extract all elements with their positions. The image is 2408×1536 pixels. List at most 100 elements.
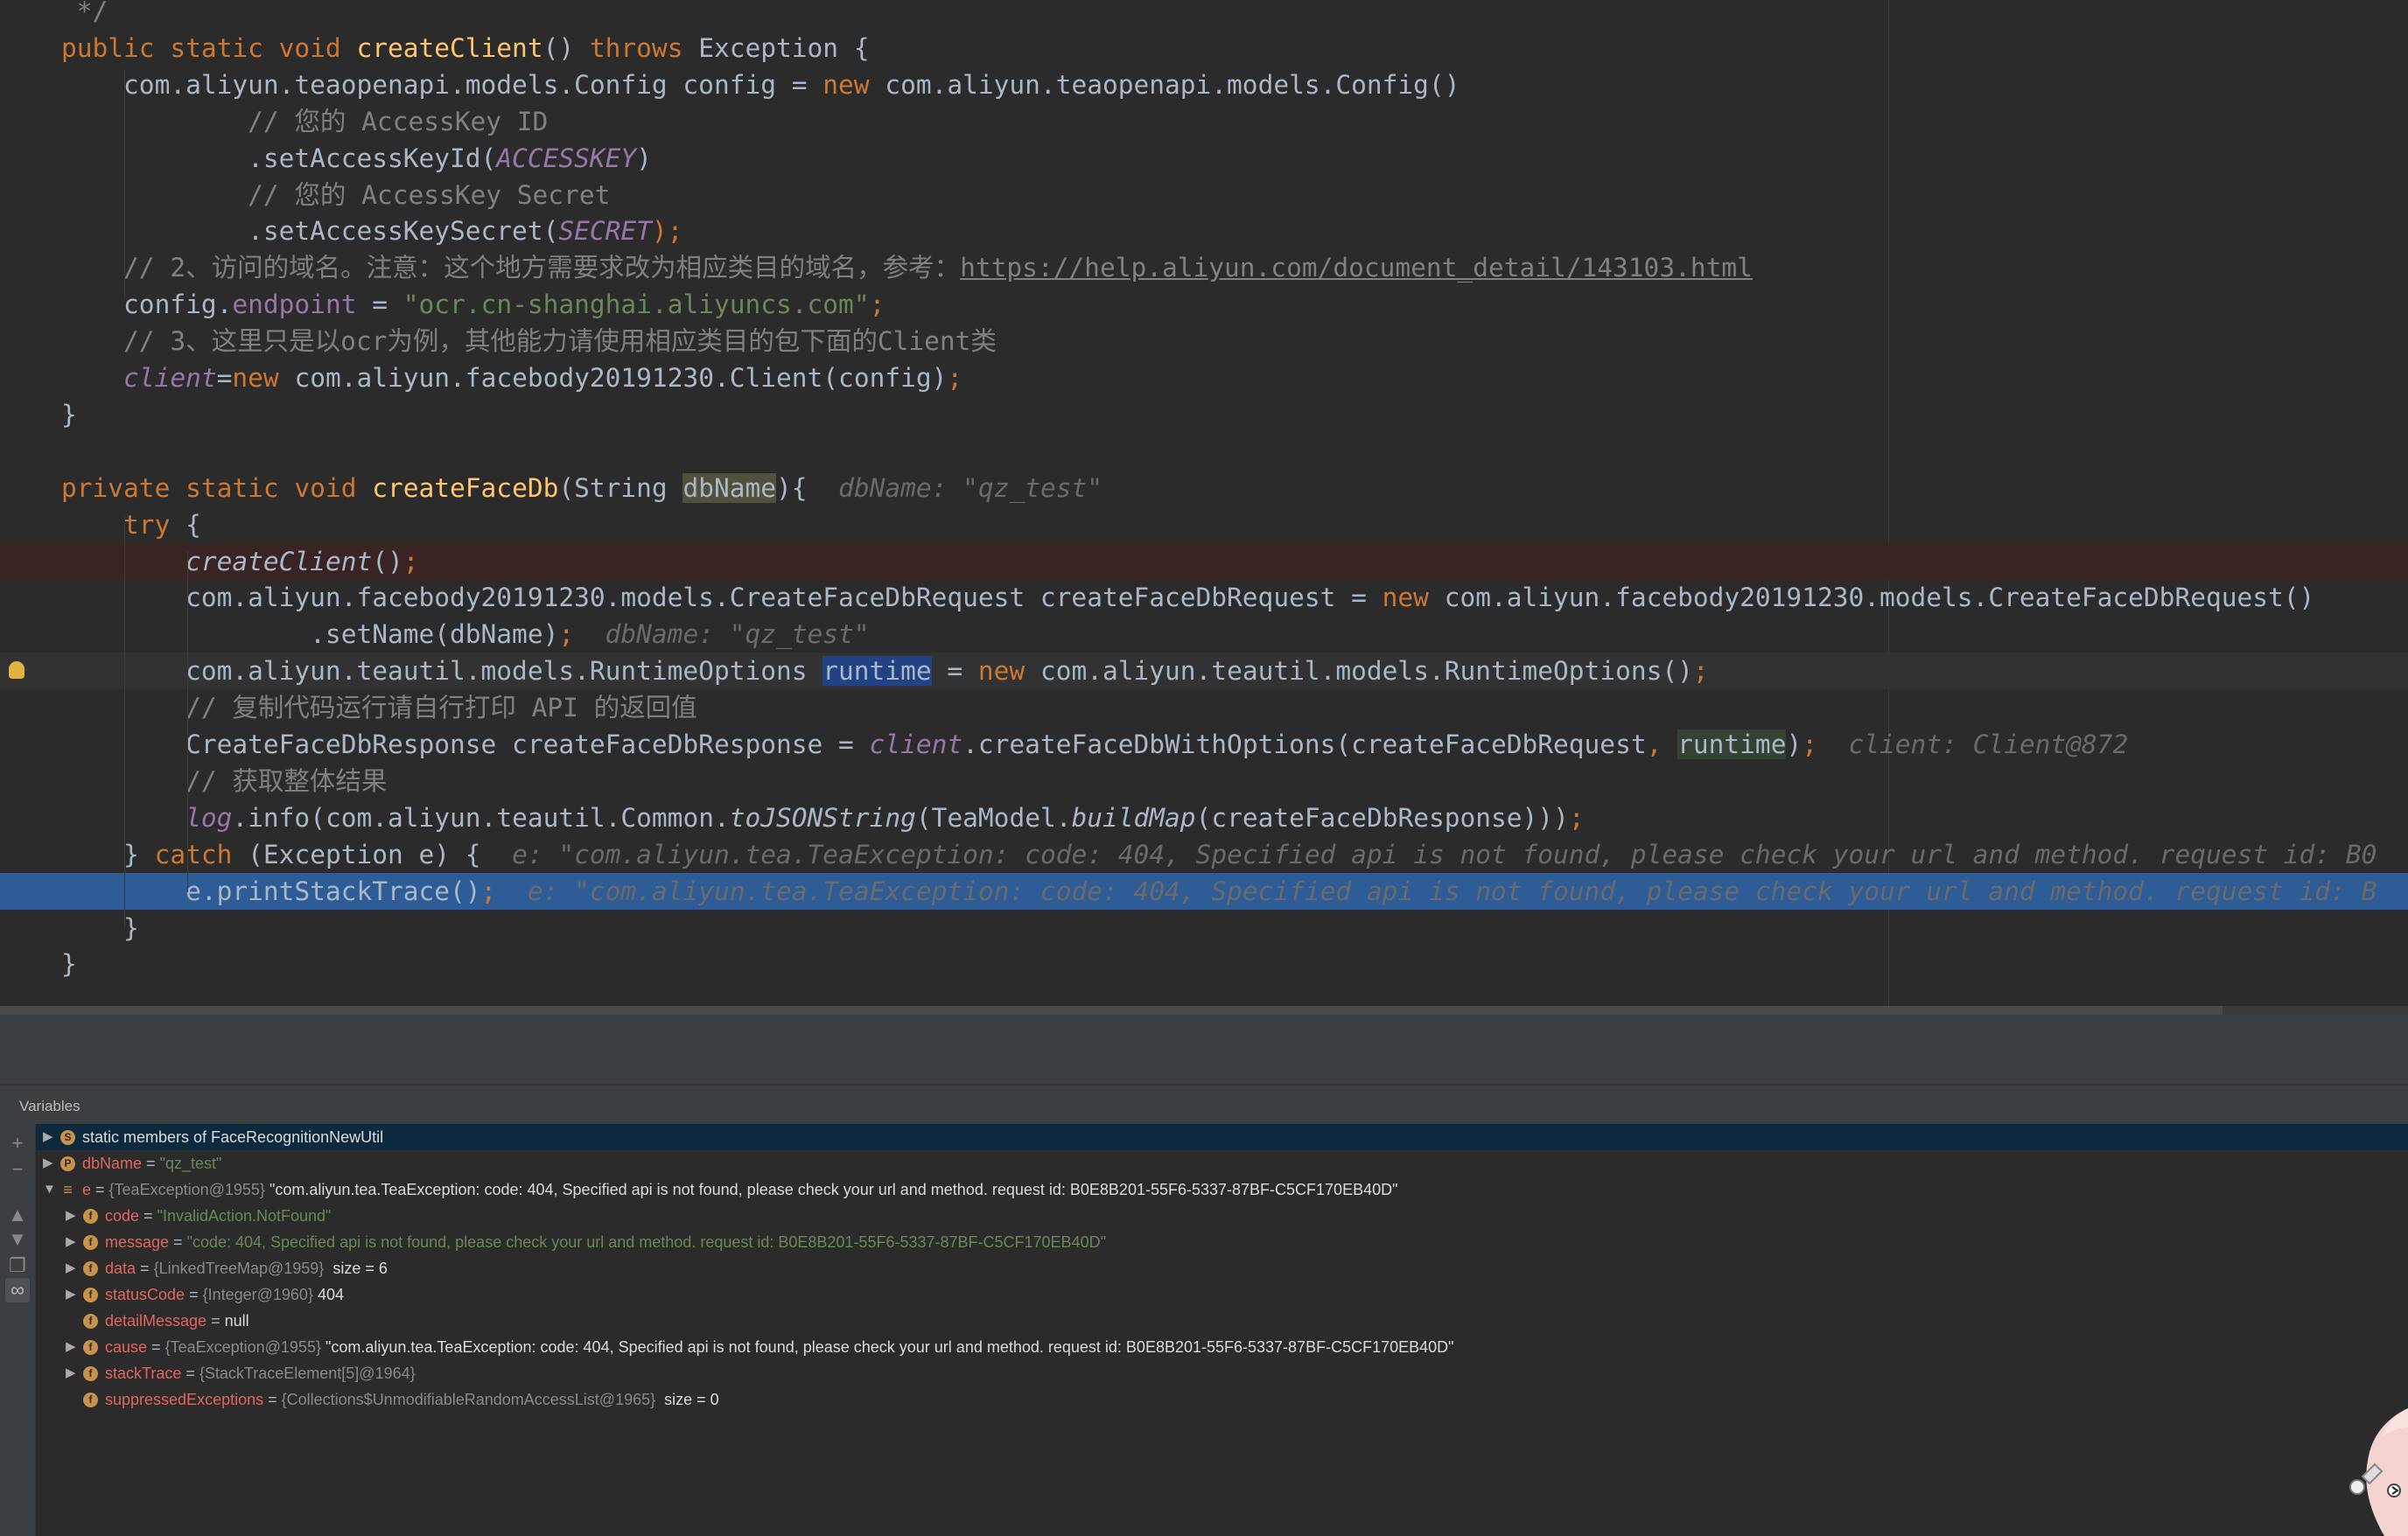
code-token: ; — [1568, 802, 1585, 833]
variable-row[interactable]: ▶ f code = "InvalidAction.NotFound" — [36, 1203, 2408, 1229]
watches-icon[interactable]: ∞ — [5, 1278, 30, 1302]
parameter-icon: P — [60, 1156, 75, 1171]
variables-header: Variables — [0, 1086, 2408, 1125]
remove-icon[interactable]: − — [5, 1157, 30, 1182]
code-line[interactable]: com.aliyun.facebody20191230.models.Creat… — [0, 579, 2408, 616]
code-line[interactable]: // 复制代码运行请自行打印 API 的返回值 — [0, 689, 2408, 726]
code-token: log — [186, 802, 233, 833]
code-line[interactable]: } catch (Exception e) { e: "com.aliyun.t… — [0, 836, 2408, 873]
code-line[interactable]: e.printStackTrace(); e: "com.aliyun.tea.… — [0, 872, 2408, 910]
code-line[interactable]: } — [0, 910, 2408, 946]
code-text: public static void createClient() throws… — [61, 30, 870, 66]
variable-row[interactable]: ▶ PdbName = "qz_test" — [36, 1150, 2408, 1176]
up-icon[interactable]: ▲ — [5, 1203, 30, 1227]
expand-toggle-icon[interactable]: ▶ — [66, 1203, 76, 1229]
collapse-toggle-icon[interactable]: ▼ — [43, 1176, 56, 1203]
code-token: ACCESSKEY — [496, 143, 637, 173]
code-line[interactable]: public static void createClient() throws… — [0, 30, 2408, 66]
code-line[interactable]: createClient(); — [0, 542, 2408, 580]
variable-row[interactable]: ▶ Sstatic members of FaceRecognitionNewUt… — [36, 1124, 2408, 1150]
code-editor[interactable]: */public static void createClient() thro… — [0, 0, 2408, 1006]
variable-value: = — [139, 1207, 158, 1225]
code-line[interactable]: // 您的 AccessKey Secret — [0, 177, 2408, 213]
code-token: CreateFaceDbResponse createFaceDbRespons… — [61, 730, 870, 759]
code-line[interactable]: com.aliyun.teautil.models.RuntimeOptions… — [0, 653, 2408, 690]
variable-row[interactable]: ▶ f message = "code: 404, Specified api is… — [36, 1229, 2408, 1255]
intention-bulb-icon[interactable] — [9, 661, 24, 680]
add-icon[interactable]: + — [5, 1131, 30, 1155]
field-icon: f — [83, 1314, 98, 1329]
code-line[interactable]: .setAccessKeyId(ACCESSKEY) — [0, 140, 2408, 177]
variable-name: code — [105, 1207, 140, 1225]
code-token: } — [61, 839, 155, 869]
variable-row[interactable]: f suppressedExceptions = {Collections$Unm… — [36, 1386, 2408, 1413]
variables-tree[interactable]: ▶ Sstatic members of FaceRecognitionNewUt… — [36, 1124, 2408, 1536]
code-token: (createFaceDbResponse))) — [1195, 802, 1569, 833]
down-icon[interactable]: ▼ — [5, 1227, 30, 1252]
variable-row[interactable]: ▶ f statusCode = {Integer@1960} 404 — [36, 1281, 2408, 1308]
code-line[interactable]: log.info(com.aliyun.teautil.Common.toJSO… — [0, 799, 2408, 836]
code-line[interactable]: try { — [0, 506, 2408, 543]
code-line[interactable]: // 您的 AccessKey ID — [0, 103, 2408, 140]
code-token: // 2、访问的域名。注意：这个地方需要求改为相应类目的域名，参考： — [61, 253, 961, 283]
code-token: com.aliyun.facebody20191230.models.Creat… — [61, 583, 1382, 613]
code-token: new — [822, 69, 886, 100]
expand-toggle-icon[interactable]: ▶ — [43, 1150, 53, 1176]
code-line[interactable]: config.endpoint = "ocr.cn-shanghai.aliyu… — [0, 286, 2408, 323]
expand-toggle-icon[interactable]: ▶ — [66, 1281, 76, 1308]
code-text: */ — [61, 0, 108, 30]
variable-name: stackTrace — [105, 1365, 182, 1382]
code-line[interactable]: // 3、这里只是以ocr为例，其他能力请使用相应类目的包下面的Client类 — [0, 323, 2408, 360]
code-text: .setAccessKeySecret(SECRET); — [61, 213, 682, 249]
expand-toggle-icon[interactable]: ▶ — [66, 1334, 76, 1360]
code-token: = — [931, 656, 978, 687]
code-line[interactable]: client=new com.aliyun.facebody20191230.C… — [0, 360, 2408, 396]
code-token: (Exception e) { — [248, 839, 513, 869]
copy-icon[interactable]: ❐ — [5, 1253, 30, 1278]
code-text: createClient(); — [61, 543, 418, 580]
horizontal-scrollbar-thumb[interactable] — [0, 1006, 2222, 1015]
variable-row[interactable]: ▶ f stackTrace = {StackTraceElement[5]@196… — [36, 1360, 2408, 1386]
inline-debug-value: e: "com.aliyun.tea.TeaException: code: 4… — [527, 876, 2377, 906]
variable-value: static members of FaceRecognitionNewUtil — [82, 1128, 384, 1146]
expand-toggle-icon[interactable]: ▶ — [66, 1255, 76, 1281]
variable-value: = — [91, 1181, 109, 1198]
code-line[interactable]: // 2、访问的域名。注意：这个地方需要求改为相应类目的域名，参考：https:… — [0, 249, 2408, 286]
code-token: .info(com.aliyun.teautil.Common. — [232, 802, 730, 833]
code-line[interactable] — [0, 433, 2408, 470]
code-line[interactable]: */ — [0, 0, 2408, 30]
code-line[interactable]: private static void createFaceDb(String … — [0, 470, 2408, 506]
variable-value: "qz_test" — [159, 1155, 222, 1172]
code-token: ; — [947, 363, 963, 393]
code-token: throws — [589, 32, 699, 63]
code-line[interactable]: CreateFaceDbResponse createFaceDbRespons… — [0, 726, 2408, 763]
variable-value: 404 — [317, 1286, 345, 1303]
code-line[interactable]: .setAccessKeySecret(SECRET); — [0, 213, 2408, 249]
code-token: public static void — [61, 32, 357, 63]
code-line[interactable]: } — [0, 946, 2408, 982]
code-token: ) — [1786, 730, 1802, 759]
variable-value: size = 6 — [328, 1260, 388, 1277]
variable-row[interactable]: ▶ f cause = {TeaException@1955} "com.aliyu… — [36, 1334, 2408, 1360]
variable-row[interactable]: ▶ f data = {LinkedTreeMap@1959} size = 6 — [36, 1255, 2408, 1281]
code-token: dbName — [682, 472, 777, 503]
variable-text: code = "InvalidAction.NotFound" — [105, 1203, 331, 1229]
code-line[interactable]: com.aliyun.teaopenapi.models.Config conf… — [0, 66, 2408, 103]
variable-row[interactable]: f detailMessage = null — [36, 1308, 2408, 1334]
variable-value: null — [224, 1312, 249, 1330]
variable-row[interactable]: ▼ ≡ e = {TeaException@1955} "com.aliyun.te… — [36, 1176, 2408, 1203]
variable-text: stackTrace = {StackTraceElement[5]@1964} — [105, 1360, 416, 1386]
code-token: try — [123, 509, 186, 540]
expand-toggle-icon[interactable]: ▶ — [43, 1124, 53, 1150]
code-token: ){ — [776, 472, 839, 503]
variable-text: cause = {TeaException@1955} "com.aliyun.… — [105, 1334, 1454, 1360]
code-line[interactable]: } — [0, 396, 2408, 433]
expand-toggle-icon[interactable]: ▶ — [66, 1229, 76, 1255]
code-line[interactable]: .setName(dbName); dbName: "qz_test" — [0, 616, 2408, 653]
code-line[interactable]: // 获取整体结果 — [0, 763, 2408, 799]
static-members-icon: S — [60, 1130, 75, 1145]
code-text: // 您的 AccessKey Secret — [61, 177, 610, 213]
expand-toggle-icon[interactable]: ▶ — [66, 1360, 76, 1386]
doc-link[interactable]: https://help.aliyun.com/document_detail/… — [960, 253, 1753, 283]
